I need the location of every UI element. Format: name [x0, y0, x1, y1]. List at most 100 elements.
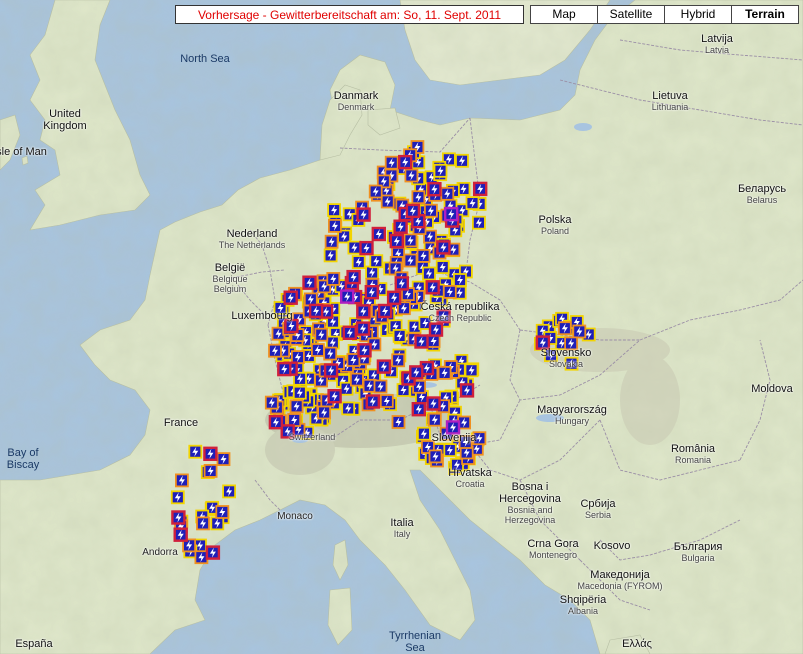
storm-marker-high[interactable]	[411, 402, 426, 417]
storm-marker-high[interactable]	[346, 269, 361, 285]
map-type-satellite-button[interactable]: Satellite	[597, 5, 665, 24]
storm-marker-medium[interactable]	[373, 379, 388, 394]
storm-marker-high[interactable]	[405, 203, 421, 219]
storm-marker-high[interactable]	[283, 290, 298, 305]
storm-marker-low[interactable]	[442, 443, 457, 458]
storm-marker-high[interactable]	[171, 510, 186, 525]
storm-marker-low[interactable]	[422, 266, 436, 281]
storm-marker-medium[interactable]	[264, 395, 279, 410]
storm-marker-medium[interactable]	[416, 248, 431, 263]
storm-marker-high[interactable]	[323, 363, 339, 378]
storm-marker-low[interactable]	[365, 265, 380, 280]
storm-marker-low[interactable]	[369, 254, 384, 269]
storm-marker-high[interactable]	[425, 280, 440, 295]
map-type-map-button[interactable]: Map	[530, 5, 598, 24]
storm-marker-medium[interactable]	[368, 184, 383, 199]
storm-marker-medium[interactable]	[557, 321, 572, 336]
storm-marker-extreme[interactable]	[444, 206, 459, 222]
storm-marker-high[interactable]	[355, 321, 371, 336]
storm-marker-medium[interactable]	[404, 168, 419, 183]
storm-marker-low[interactable]	[455, 153, 469, 168]
storm-marker-high[interactable]	[436, 240, 451, 255]
storm-marker-low[interactable]	[464, 363, 479, 378]
storm-marker-medium[interactable]	[391, 353, 406, 368]
storm-marker-medium[interactable]	[196, 516, 210, 531]
storm-marker-high[interactable]	[203, 446, 218, 461]
storm-marker-high[interactable]	[356, 207, 371, 222]
storm-marker-medium[interactable]	[194, 550, 209, 565]
storm-marker-high[interactable]	[394, 276, 409, 291]
storm-marker-high[interactable]	[428, 322, 444, 337]
storm-marker-medium[interactable]	[380, 194, 395, 209]
storm-marker-high[interactable]	[371, 226, 386, 242]
storm-marker-low[interactable]	[433, 163, 448, 178]
storm-marker-low[interactable]	[210, 516, 225, 531]
storm-marker-high[interactable]	[359, 240, 374, 256]
storm-marker-high[interactable]	[459, 383, 475, 398]
storm-marker-medium[interactable]	[437, 365, 452, 380]
map-type-hybrid-button[interactable]: Hybrid	[664, 5, 732, 24]
storm-marker-medium[interactable]	[428, 449, 443, 464]
storm-marker-medium[interactable]	[203, 463, 218, 478]
storm-marker-medium[interactable]	[349, 372, 364, 387]
storm-marker-medium[interactable]	[290, 350, 305, 365]
storm-marker-medium[interactable]	[379, 394, 394, 408]
storm-marker-low[interactable]	[323, 248, 338, 263]
storm-marker-low[interactable]	[453, 273, 467, 287]
storm-marker-medium[interactable]	[327, 218, 342, 233]
storm-marker-medium[interactable]	[289, 399, 304, 414]
storm-marker-high[interactable]	[277, 361, 292, 377]
storm-marker-extreme[interactable]	[340, 289, 355, 304]
storm-marker-low[interactable]	[416, 426, 431, 441]
storm-marker-high[interactable]	[364, 285, 379, 300]
storm-marker-medium[interactable]	[442, 284, 457, 299]
storm-marker-low[interactable]	[327, 203, 342, 218]
storm-marker-high[interactable]	[473, 181, 488, 197]
storm-marker-medium[interactable]	[572, 324, 587, 339]
storm-marker-high[interactable]	[342, 325, 357, 340]
storm-marker-medium[interactable]	[303, 292, 318, 307]
storm-marker-medium[interactable]	[174, 473, 189, 488]
storm-marker-low[interactable]	[188, 444, 203, 459]
storm-marker-low[interactable]	[351, 255, 366, 270]
storm-marker-high[interactable]	[268, 415, 284, 430]
storm-marker-medium[interactable]	[314, 327, 329, 342]
storm-marker-medium[interactable]	[268, 343, 282, 358]
storm-marker-medium[interactable]	[411, 190, 426, 205]
storm-marker-high[interactable]	[377, 303, 393, 319]
storm-marker-medium[interactable]	[310, 343, 325, 357]
storm-marker-medium[interactable]	[403, 253, 418, 268]
storm-marker-low[interactable]	[396, 383, 411, 397]
map-type-terrain-button[interactable]: Terrain	[731, 5, 799, 24]
storm-marker-medium[interactable]	[323, 346, 338, 361]
storm-marker-high[interactable]	[386, 290, 402, 305]
storm-marker-high[interactable]	[389, 233, 404, 249]
storm-marker-medium[interactable]	[403, 233, 418, 248]
storm-marker-low[interactable]	[392, 328, 407, 343]
storm-marker-medium[interactable]	[440, 186, 455, 201]
storm-marker-medium[interactable]	[317, 405, 332, 420]
storm-marker-high[interactable]	[409, 365, 424, 380]
storm-marker-high[interactable]	[308, 303, 324, 319]
storm-marker-medium[interactable]	[427, 412, 442, 427]
storm-marker-high[interactable]	[327, 389, 342, 404]
storm-marker-high[interactable]	[427, 181, 442, 197]
storm-marker-low[interactable]	[435, 260, 450, 275]
storm-marker-low[interactable]	[471, 215, 486, 230]
storm-marker-high[interactable]	[173, 527, 188, 542]
storm-marker-high[interactable]	[426, 396, 441, 411]
storm-marker-low[interactable]	[222, 484, 237, 499]
storm-marker-medium[interactable]	[324, 234, 339, 249]
storm-marker-low[interactable]	[292, 385, 307, 400]
storm-marker-high[interactable]	[356, 304, 371, 319]
storm-marker-medium[interactable]	[423, 203, 438, 218]
storm-marker-medium[interactable]	[391, 415, 406, 429]
storm-marker-high[interactable]	[302, 275, 317, 290]
storm-marker-low[interactable]	[347, 240, 362, 255]
storm-marker-medium[interactable]	[384, 155, 399, 170]
storm-marker-low[interactable]	[465, 196, 480, 211]
storm-marker-high[interactable]	[376, 359, 392, 374]
storm-marker-high[interactable]	[205, 545, 221, 560]
storm-marker-high[interactable]	[357, 343, 372, 358]
storm-marker-high[interactable]	[393, 219, 408, 234]
